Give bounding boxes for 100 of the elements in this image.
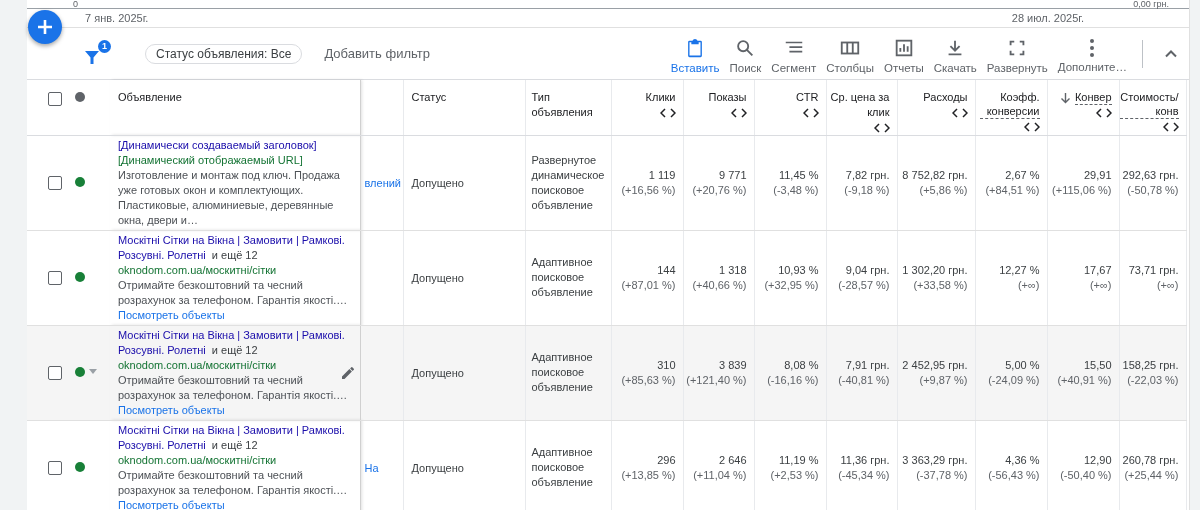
toolbar-button[interactable]: Столбцы xyxy=(821,33,879,74)
expand-column-icon[interactable] xyxy=(730,108,747,118)
toolbar-button[interactable]: Отчеты xyxy=(878,33,929,74)
metric-change: (+25,44 %) xyxy=(1123,467,1179,483)
toolbar-button[interactable]: Развернуть xyxy=(981,33,1053,74)
expand-column-icon[interactable] xyxy=(1162,122,1179,132)
metric-value: 1 302,20 грн. xyxy=(901,262,968,278)
column-header[interactable]: CTR xyxy=(795,90,819,105)
select-all-checkbox[interactable] xyxy=(48,92,62,107)
ad-type-cell-text: Адаптивное поисковое объявление xyxy=(531,255,594,300)
metric-change: (+32,95 %) xyxy=(763,277,819,293)
view-assets-link[interactable]: Посмотреть объекты xyxy=(118,307,225,323)
view-assets-link[interactable]: Посмотреть объекты xyxy=(118,402,225,418)
metric-change: (+40,66 %) xyxy=(691,277,747,293)
ad-url: [Динамический отображаемый URL] xyxy=(118,152,304,168)
toolbar-button[interactable]: Поиск xyxy=(724,33,767,74)
metric-value: 11,19 % xyxy=(777,452,819,468)
cell-link[interactable]: влений xyxy=(364,176,401,189)
column-header[interactable]: Тип объявления xyxy=(531,90,607,120)
add-filter-button[interactable]: Добавить фильтр xyxy=(318,45,436,62)
expand-column-icon[interactable] xyxy=(873,123,890,133)
expand-column-icon[interactable] xyxy=(802,108,819,118)
column-header[interactable]: Коэфф. конверсии xyxy=(979,90,1040,119)
axis-label: 0 xyxy=(73,0,78,8)
status-cell: Допущено xyxy=(411,366,464,379)
ad-description: Изготовление и монтаж под ключ. Продажа уже готовых окон и комплектующих. Пластиковые, алюминиевые, деревянные окна, двери и… xyxy=(118,167,341,228)
column-header[interactable]: Стоимость/ конв xyxy=(1120,90,1179,119)
metric-value: 260,78 грн. xyxy=(1121,452,1179,468)
table-row[interactable] xyxy=(27,230,1186,325)
metric-value: 7,82 грн. xyxy=(844,167,890,183)
add-button[interactable] xyxy=(28,10,62,44)
metric-value: 1 318 xyxy=(717,262,747,278)
toolbar-button[interactable]: Дополните… xyxy=(1052,34,1132,73)
plus-icon xyxy=(36,18,54,36)
metric-value: 15,50 xyxy=(1082,357,1112,373)
metric-value: 11,45 % xyxy=(777,167,819,183)
metric-value: 12,27 % xyxy=(998,262,1040,278)
filter-button[interactable]: 1 xyxy=(81,39,111,68)
column-header[interactable]: Объявление xyxy=(118,90,182,105)
filter-count-badge: 1 xyxy=(98,39,111,53)
metric-value: 296 xyxy=(656,452,676,468)
metric-change: (-37,78 %) xyxy=(915,467,968,483)
metric-value: 3 363,29 грн. xyxy=(901,452,968,468)
metric-change: (-45,34 %) xyxy=(837,467,890,483)
ad-description: Отримайте безкоштовний та чесний розрахунок за телефоном. Гарантія якості.… xyxy=(118,277,349,308)
expand-column-icon[interactable] xyxy=(1023,122,1040,132)
ad-url: oknodom.com.ua/москитні/сітки xyxy=(118,452,278,468)
column-header[interactable]: Расходы xyxy=(923,90,968,105)
filter-chip[interactable]: Статус объявления: Все xyxy=(145,43,303,64)
metric-change: (+13,85 %) xyxy=(620,467,676,483)
metric-value: 144 xyxy=(656,262,676,278)
status-cell: Допущено xyxy=(411,461,464,474)
metric-change: (+85,63 %) xyxy=(620,372,676,388)
ad-type-cell-text: Адаптивное поисковое объявление xyxy=(531,445,594,490)
scrollbar[interactable] xyxy=(1189,0,1200,510)
metric-change: (+11,04 %) xyxy=(692,467,747,483)
row-checkbox[interactable] xyxy=(48,460,62,475)
metric-change: (+2,53 %) xyxy=(769,467,819,483)
metric-change: (-16,16 %) xyxy=(766,372,819,388)
ad-headline[interactable]: Москітні Сітки на Вікна | Замовити | Рамкові. Розсувні. Ролетні и ещё 12 xyxy=(118,327,350,358)
table-row[interactable] xyxy=(27,135,1186,230)
expand-column-icon[interactable] xyxy=(951,108,968,118)
edit-icon[interactable] xyxy=(339,364,356,381)
ad-headline[interactable]: Москітні Сітки на Вікна | Замовити | Рамкові. Розсувні. Ролетні и ещё 12 xyxy=(118,422,350,453)
metric-change: (+115,06 %) xyxy=(1051,182,1112,198)
expand-column-icon[interactable] xyxy=(659,108,676,118)
column-header[interactable]: Показы xyxy=(708,90,747,105)
metric-change: (+∞) xyxy=(1155,277,1179,293)
metric-value: 2,67 % xyxy=(1004,167,1040,183)
toolbar-button[interactable]: Сегмент xyxy=(766,33,822,74)
metric-value: 3 839 xyxy=(717,357,747,373)
row-checkbox[interactable] xyxy=(48,365,62,380)
column-header[interactable]: Клики xyxy=(645,90,676,105)
ad-headline[interactable]: [Динамически создаваемый заголовок] xyxy=(118,137,350,153)
ad-url: oknodom.com.ua/москитні/сітки xyxy=(118,357,278,373)
metric-value: 7,91 грн. xyxy=(844,357,890,373)
row-checkbox[interactable] xyxy=(48,270,62,285)
cell-link[interactable]: На xyxy=(364,461,379,474)
table-row[interactable] xyxy=(27,325,1186,420)
column-header[interactable]: Ср. цена за клик xyxy=(830,90,890,120)
metric-change: (+9,87 %) xyxy=(918,372,968,388)
expand-column-icon[interactable] xyxy=(1095,108,1112,118)
row-checkbox[interactable] xyxy=(48,175,62,190)
metric-change: (-50,40 %) xyxy=(1059,467,1112,483)
metric-change: (+∞) xyxy=(1088,277,1112,293)
metric-change: (+87,01 %) xyxy=(620,277,676,293)
metric-value: 8 752,82 грн. xyxy=(901,167,968,183)
view-assets-link[interactable]: Посмотреть объекты xyxy=(118,497,225,510)
column-header[interactable]: Статус xyxy=(411,90,447,105)
metric-change: (+84,51 %) xyxy=(984,182,1040,198)
ad-url: oknodom.com.ua/москитні/сітки xyxy=(118,262,278,278)
ad-type-cell-text: Развернутое динамическое поисковое объявление xyxy=(531,152,606,213)
toolbar-button[interactable]: Скачать xyxy=(928,33,982,74)
column-header[interactable]: Конвер xyxy=(1074,90,1112,105)
metric-change: (+33,58 %) xyxy=(912,277,968,293)
metric-value: 10,93 % xyxy=(777,262,819,278)
metric-value: 9 771 xyxy=(717,167,747,183)
toolbar-button[interactable]: Вставить xyxy=(665,33,725,74)
status-cell: Допущено xyxy=(411,176,464,189)
ad-headline[interactable]: Москітні Сітки на Вікна | Замовити | Рамкові. Розсувні. Ролетні и ещё 12 xyxy=(118,232,350,263)
